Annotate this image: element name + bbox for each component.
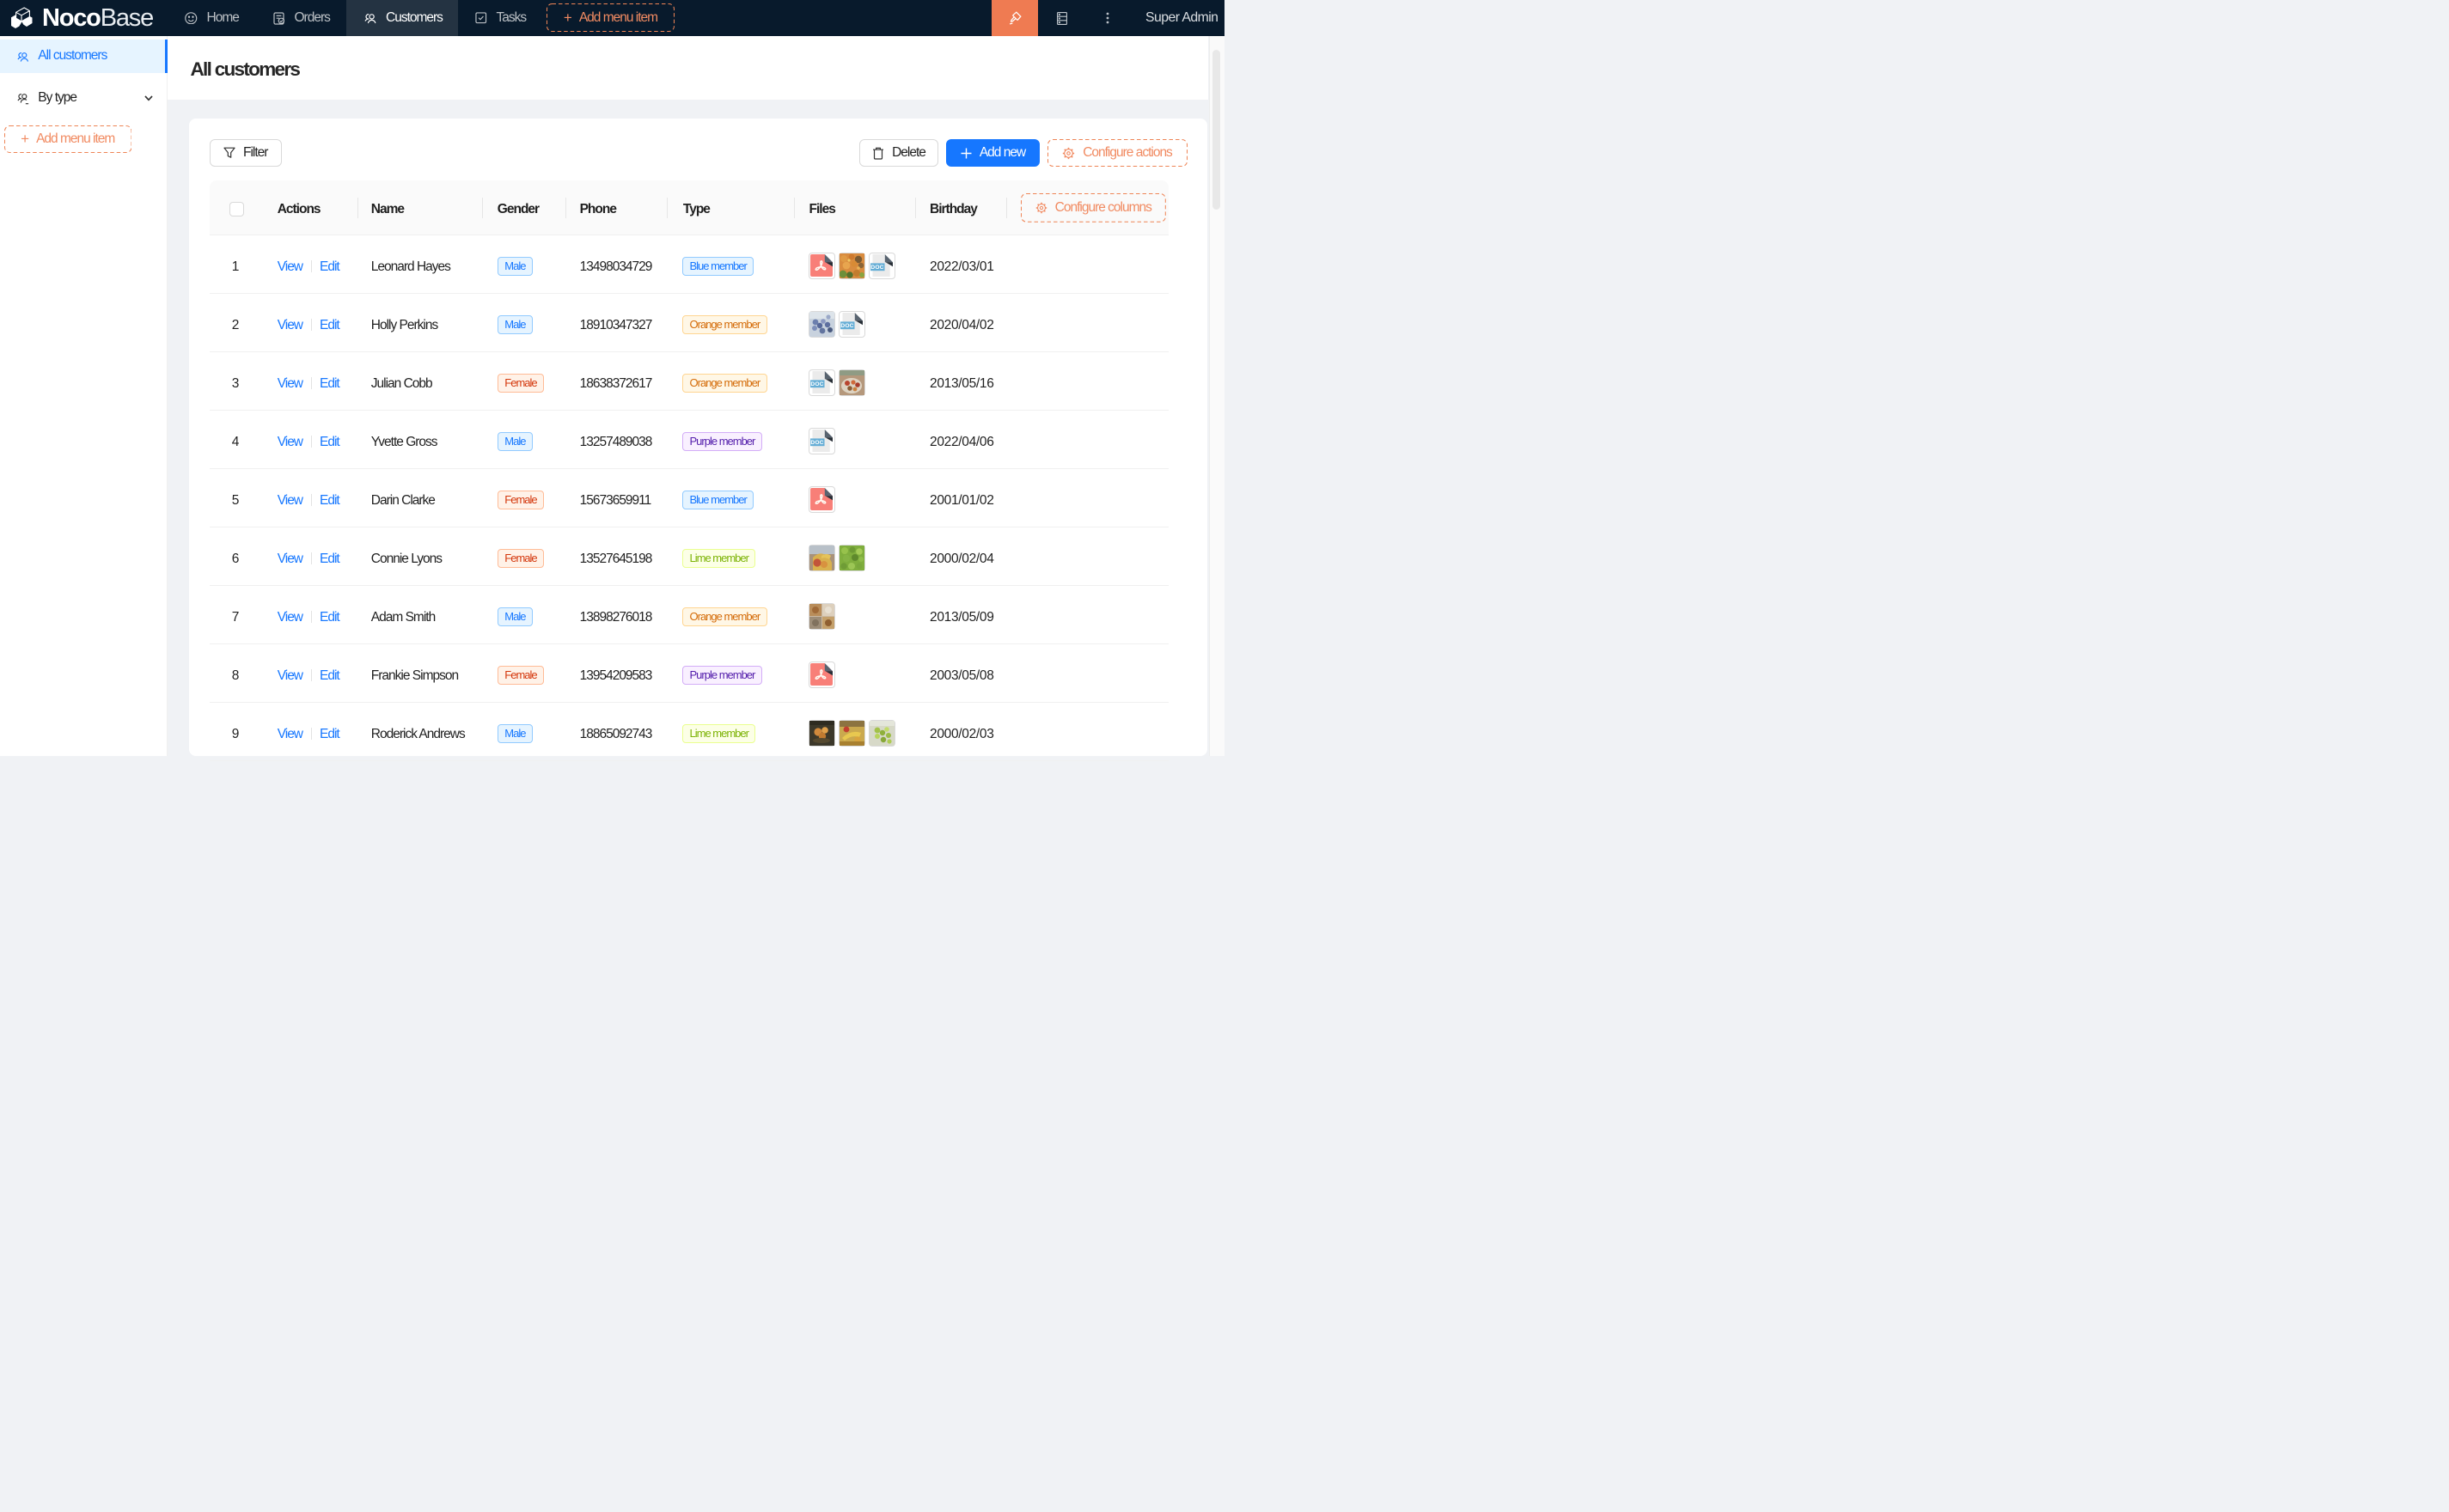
svg-text:DOC: DOC <box>810 441 823 447</box>
svg-text:DOC: DOC <box>810 382 823 388</box>
svg-text:DOC: DOC <box>871 265 884 271</box>
svg-text:DOC: DOC <box>840 324 853 330</box>
